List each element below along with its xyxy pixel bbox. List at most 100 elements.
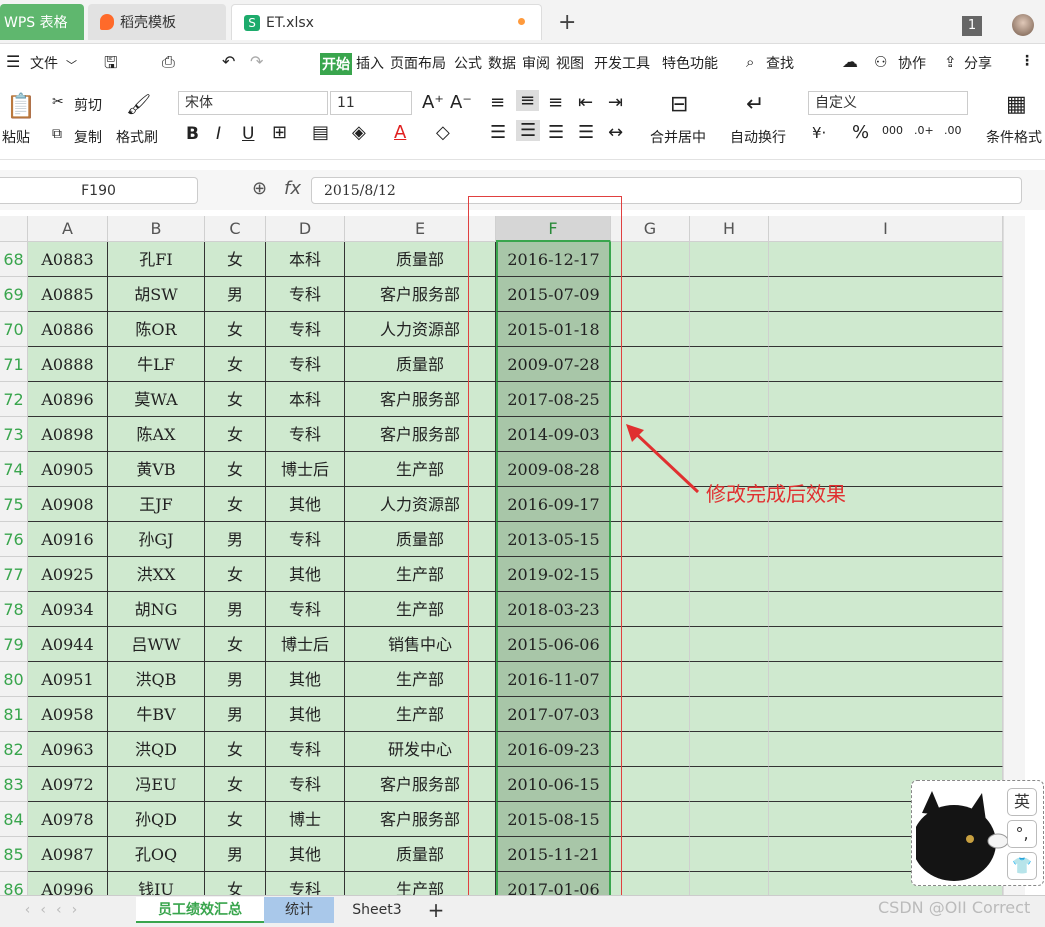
wrap-text-icon[interactable]: ↵ xyxy=(746,92,764,117)
name-box[interactable]: F190 xyxy=(0,177,198,204)
cell-c[interactable]: 女 xyxy=(205,732,266,767)
col-header-a[interactable]: A xyxy=(28,216,108,242)
cell-d[interactable]: 专科 xyxy=(266,417,345,452)
menu-home[interactable]: 开始 xyxy=(320,53,352,75)
cell-a[interactable]: A0885 xyxy=(28,277,108,312)
row-number[interactable]: 71 xyxy=(0,347,28,382)
cell-f[interactable]: 2016-12-17 xyxy=(496,242,611,277)
menu-developer[interactable]: 开发工具 xyxy=(594,53,650,73)
col-header-e[interactable]: E xyxy=(345,216,496,242)
cell-e[interactable]: 客户服务部 xyxy=(345,802,496,837)
cell-e[interactable]: 生产部 xyxy=(345,557,496,592)
cell-b[interactable]: 胡SW xyxy=(108,277,205,312)
cell-e[interactable]: 销售中心 xyxy=(345,627,496,662)
cell-i[interactable] xyxy=(769,697,1003,732)
cell-f[interactable]: 2016-09-17 xyxy=(496,487,611,522)
cell-b[interactable]: 陈AX xyxy=(108,417,205,452)
cell-e[interactable]: 客户服务部 xyxy=(345,382,496,417)
cell-e[interactable]: 生产部 xyxy=(345,452,496,487)
sheet-tab-stats[interactable]: 统计 xyxy=(264,897,334,923)
cell-b[interactable]: 陈OR xyxy=(108,312,205,347)
cell-f[interactable]: 2015-08-15 xyxy=(496,802,611,837)
font-name-select[interactable]: 宋体 xyxy=(178,91,328,115)
cell-a[interactable]: A0886 xyxy=(28,312,108,347)
increase-decimal-icon[interactable]: .0+ xyxy=(914,124,934,137)
row-number[interactable]: 70 xyxy=(0,312,28,347)
cell-a[interactable]: A0916 xyxy=(28,522,108,557)
cell-i[interactable] xyxy=(769,592,1003,627)
more-icon[interactable]: ⋮ xyxy=(1020,53,1034,69)
cell-d[interactable]: 博士 xyxy=(266,802,345,837)
cell-e[interactable]: 生产部 xyxy=(345,872,496,895)
cell-h[interactable] xyxy=(690,277,769,312)
add-sheet-button[interactable]: + xyxy=(424,897,448,923)
ime-punct-button[interactable]: °, xyxy=(1007,820,1037,848)
cell-b[interactable]: 洪QB xyxy=(108,662,205,697)
spreadsheet-grid[interactable]: A B C D E F G H I 68 A0883 孔FI 女本科 质量部 2016-1… xyxy=(0,216,1003,895)
cell-d[interactable]: 专科 xyxy=(266,312,345,347)
cell-e[interactable]: 人力资源部 xyxy=(345,487,496,522)
cell-a[interactable]: A0963 xyxy=(28,732,108,767)
redo-icon[interactable]: ↷ xyxy=(250,52,263,71)
cell-d[interactable]: 本科 xyxy=(266,242,345,277)
cell-g[interactable] xyxy=(611,837,690,872)
font-size-select[interactable]: 11 xyxy=(330,91,412,115)
cell-c[interactable]: 女 xyxy=(205,382,266,417)
decrease-decimal-icon[interactable]: .00 xyxy=(944,124,962,137)
cell-b[interactable]: 洪XX xyxy=(108,557,205,592)
cell-a[interactable]: A0972 xyxy=(28,767,108,802)
cell-h[interactable] xyxy=(690,347,769,382)
cell-i[interactable] xyxy=(769,312,1003,347)
row-number[interactable]: 82 xyxy=(0,732,28,767)
cell-e[interactable]: 研发中心 xyxy=(345,732,496,767)
menu-find[interactable]: 查找 xyxy=(766,53,794,73)
col-header-c[interactable]: C xyxy=(205,216,266,242)
cell-f[interactable]: 2015-06-06 xyxy=(496,627,611,662)
new-tab-button[interactable]: + xyxy=(558,4,576,40)
format-painter-icon[interactable]: 🖌 xyxy=(126,92,151,116)
select-all-corner[interactable] xyxy=(0,216,28,242)
cell-d[interactable]: 专科 xyxy=(266,872,345,895)
cell-f[interactable]: 2014-09-03 xyxy=(496,417,611,452)
cell-a[interactable]: A0888 xyxy=(28,347,108,382)
cell-c[interactable]: 女 xyxy=(205,872,266,895)
cell-c[interactable]: 男 xyxy=(205,277,266,312)
cell-c[interactable]: 男 xyxy=(205,837,266,872)
cell-e[interactable]: 质量部 xyxy=(345,242,496,277)
cell-i[interactable] xyxy=(769,522,1003,557)
cell-g[interactable] xyxy=(611,312,690,347)
thousands-icon[interactable]: 000 xyxy=(882,124,903,137)
bold-icon[interactable]: B xyxy=(186,124,199,144)
cell-h[interactable] xyxy=(690,802,769,837)
cell-i[interactable] xyxy=(769,557,1003,592)
cell-b[interactable]: 钱IU xyxy=(108,872,205,895)
format-painter-button[interactable]: 格式刷 xyxy=(116,127,158,147)
cell-c[interactable]: 女 xyxy=(205,312,266,347)
cell-h[interactable] xyxy=(690,592,769,627)
cell-c[interactable]: 女 xyxy=(205,627,266,662)
cell-c[interactable]: 女 xyxy=(205,487,266,522)
col-header-f[interactable]: F xyxy=(496,216,611,242)
underline-icon[interactable]: U xyxy=(242,124,254,144)
cell-f[interactable]: 2016-11-07 xyxy=(496,662,611,697)
cell-g[interactable] xyxy=(611,557,690,592)
cell-b[interactable]: 孔FI xyxy=(108,242,205,277)
row-number[interactable]: 69 xyxy=(0,277,28,312)
cell-h[interactable] xyxy=(690,872,769,895)
cell-i[interactable] xyxy=(769,382,1003,417)
cell-a[interactable]: A0905 xyxy=(28,452,108,487)
hamburger-icon[interactable]: ☰ xyxy=(6,52,20,71)
collaborate-icon[interactable]: ⚇ xyxy=(874,53,887,71)
cell-g[interactable] xyxy=(611,242,690,277)
cell-b[interactable]: 孔OQ xyxy=(108,837,205,872)
cell-i[interactable] xyxy=(769,347,1003,382)
cell-h[interactable] xyxy=(690,627,769,662)
sheet-tab-performance[interactable]: 员工绩效汇总 xyxy=(136,897,264,923)
row-number[interactable]: 74 xyxy=(0,452,28,487)
cell-e[interactable]: 生产部 xyxy=(345,697,496,732)
cell-c[interactable]: 女 xyxy=(205,557,266,592)
row-number[interactable]: 83 xyxy=(0,767,28,802)
cell-style-icon[interactable]: ▤ xyxy=(312,122,329,143)
row-number[interactable]: 78 xyxy=(0,592,28,627)
cell-f[interactable]: 2018-03-23 xyxy=(496,592,611,627)
